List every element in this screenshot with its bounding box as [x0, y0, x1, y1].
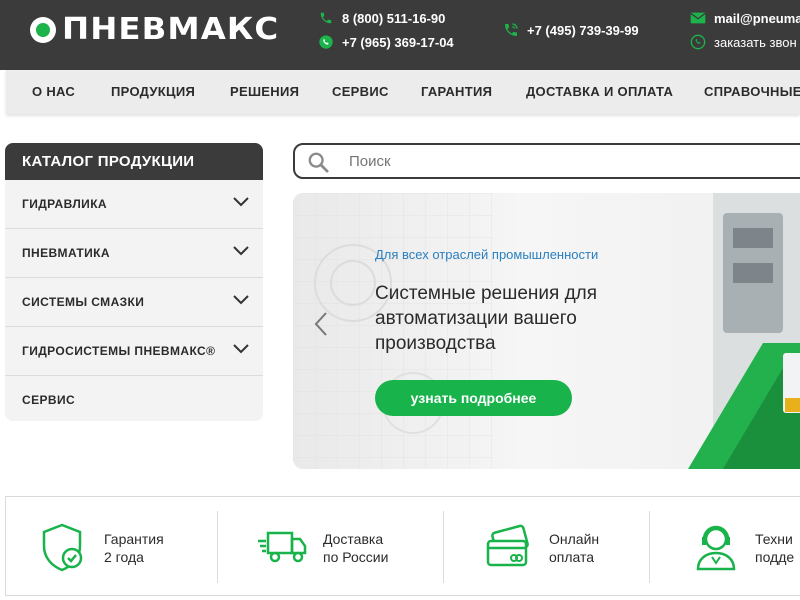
nav-item-products[interactable]: ПРОДУКЦИЯ [111, 84, 195, 99]
search-box [293, 143, 800, 179]
feature-warranty-line1: Гарантия [104, 531, 164, 547]
nav-item-warranty[interactable]: ГАРАНТИЯ [421, 84, 492, 99]
callback-text: заказать звон [714, 34, 797, 50]
mail-icon [690, 10, 706, 26]
feature-warranty-line2: 2 года [104, 549, 144, 565]
phone-3-text: +7 (495) 739-39-99 [527, 22, 639, 38]
phone-2-text: +7 (965) 369-17-04 [342, 34, 454, 50]
callback-link[interactable]: заказать звон [690, 34, 797, 50]
catalog-item-hydrosystems[interactable]: ГИДРОСИСТЕМЫ ПНЕВМАКС® [5, 327, 263, 376]
catalog-item-hydraulics[interactable]: ГИДРАВЛИКА [5, 180, 263, 229]
phone-3[interactable]: +7 (495) 739-39-99 [503, 22, 639, 38]
chevron-down-icon [233, 344, 249, 354]
callback-icon [690, 34, 706, 50]
nav-item-about[interactable]: О НАС [32, 84, 75, 99]
truck-icon [258, 531, 307, 563]
feature-support-line2: подде [755, 549, 795, 565]
catalog-item-pneumatics[interactable]: ПНЕВМАТИКА [5, 229, 263, 278]
product-catalog: КАТАЛОГ ПРОДУКЦИИ ГИДРАВЛИКА ПНЕВМАТИКА … [5, 143, 263, 421]
feature-support[interactable]: Техни подде [650, 497, 800, 597]
logo-text: ПНЕВМАКС [62, 12, 280, 47]
banner-tagline: Для всех отраслей промышленности [375, 247, 599, 262]
chevron-down-icon [233, 197, 249, 207]
feature-delivery-line1: Доставка [323, 531, 384, 547]
nav-item-service[interactable]: СЕРВИС [332, 84, 389, 99]
feature-payment-line2: оплата [549, 549, 595, 565]
catalog-item-label: ГИДРАВЛИКА [22, 197, 107, 211]
phone-1[interactable]: 8 (800) 511-16-90 [318, 10, 445, 26]
email-link[interactable]: mail@pneuma [690, 10, 800, 26]
email-text: mail@pneuma [714, 10, 800, 26]
feature-support-line1: Техни [755, 531, 793, 547]
whatsapp-icon [318, 34, 334, 50]
catalog-title: КАТАЛОГ ПРОДУКЦИИ [5, 143, 263, 180]
support-agent-icon [696, 525, 736, 571]
nav-item-reference[interactable]: СПРАВОЧНЫЕ [704, 84, 800, 99]
feature-delivery[interactable]: Доставка по России [218, 497, 443, 597]
banner-prev-arrow-icon[interactable] [313, 311, 329, 337]
catalog-item-label: ГИДРОСИСТЕМЫ ПНЕВМАКС® [22, 344, 216, 358]
phone-icon [318, 10, 334, 26]
nav-item-solutions[interactable]: РЕШЕНИЯ [230, 84, 299, 99]
chevron-down-icon [233, 295, 249, 305]
main-nav: О НАС ПРОДУКЦИЯ РЕШЕНИЯ СЕРВИС ГАРАНТИЯ … [6, 70, 800, 114]
catalog-item-label: СИСТЕМЫ СМАЗКИ [22, 295, 145, 309]
credit-card-icon [486, 524, 529, 567]
learn-more-button[interactable]: узнать подробнее [375, 380, 572, 416]
logo[interactable]: ПНЕВМАКС [30, 15, 278, 45]
catalog-item-service[interactable]: СЕРВИС [5, 376, 263, 421]
logo-icon [30, 17, 56, 43]
banner-headline: Системные решения для автоматизации ваше… [375, 283, 598, 354]
nav-item-delivery[interactable]: ДОСТАВКА И ОПЛАТА [526, 84, 673, 99]
feature-online-payment[interactable]: Онлайн оплата [444, 497, 649, 597]
catalog-item-label: СЕРВИС [22, 393, 76, 407]
search-input[interactable] [347, 145, 751, 179]
phone-1-text: 8 (800) 511-16-90 [342, 10, 446, 26]
features-strip: Гарантия 2 года Доставка по России Онлай… [5, 496, 800, 596]
phone-2[interactable]: +7 (965) 369-17-04 [318, 34, 454, 50]
feature-warranty[interactable]: Гарантия 2 года [6, 497, 216, 597]
catalog-item-label: ПНЕВМАТИКА [22, 246, 110, 260]
catalog-item-lubrication[interactable]: СИСТЕМЫ СМАЗКИ [5, 278, 263, 327]
search-icon[interactable] [307, 151, 329, 173]
phone-call-icon [503, 22, 519, 38]
feature-delivery-line2: по России [323, 549, 389, 565]
promo-banner: Для всех отраслей промышленности Системн… [293, 193, 800, 469]
shield-check-icon [42, 523, 83, 572]
feature-payment-line1: Онлайн [549, 531, 600, 547]
site-header: ПНЕВМАКС 8 (800) 511-16-90 +7 (965) 369-… [0, 0, 800, 70]
chevron-down-icon [233, 246, 249, 256]
